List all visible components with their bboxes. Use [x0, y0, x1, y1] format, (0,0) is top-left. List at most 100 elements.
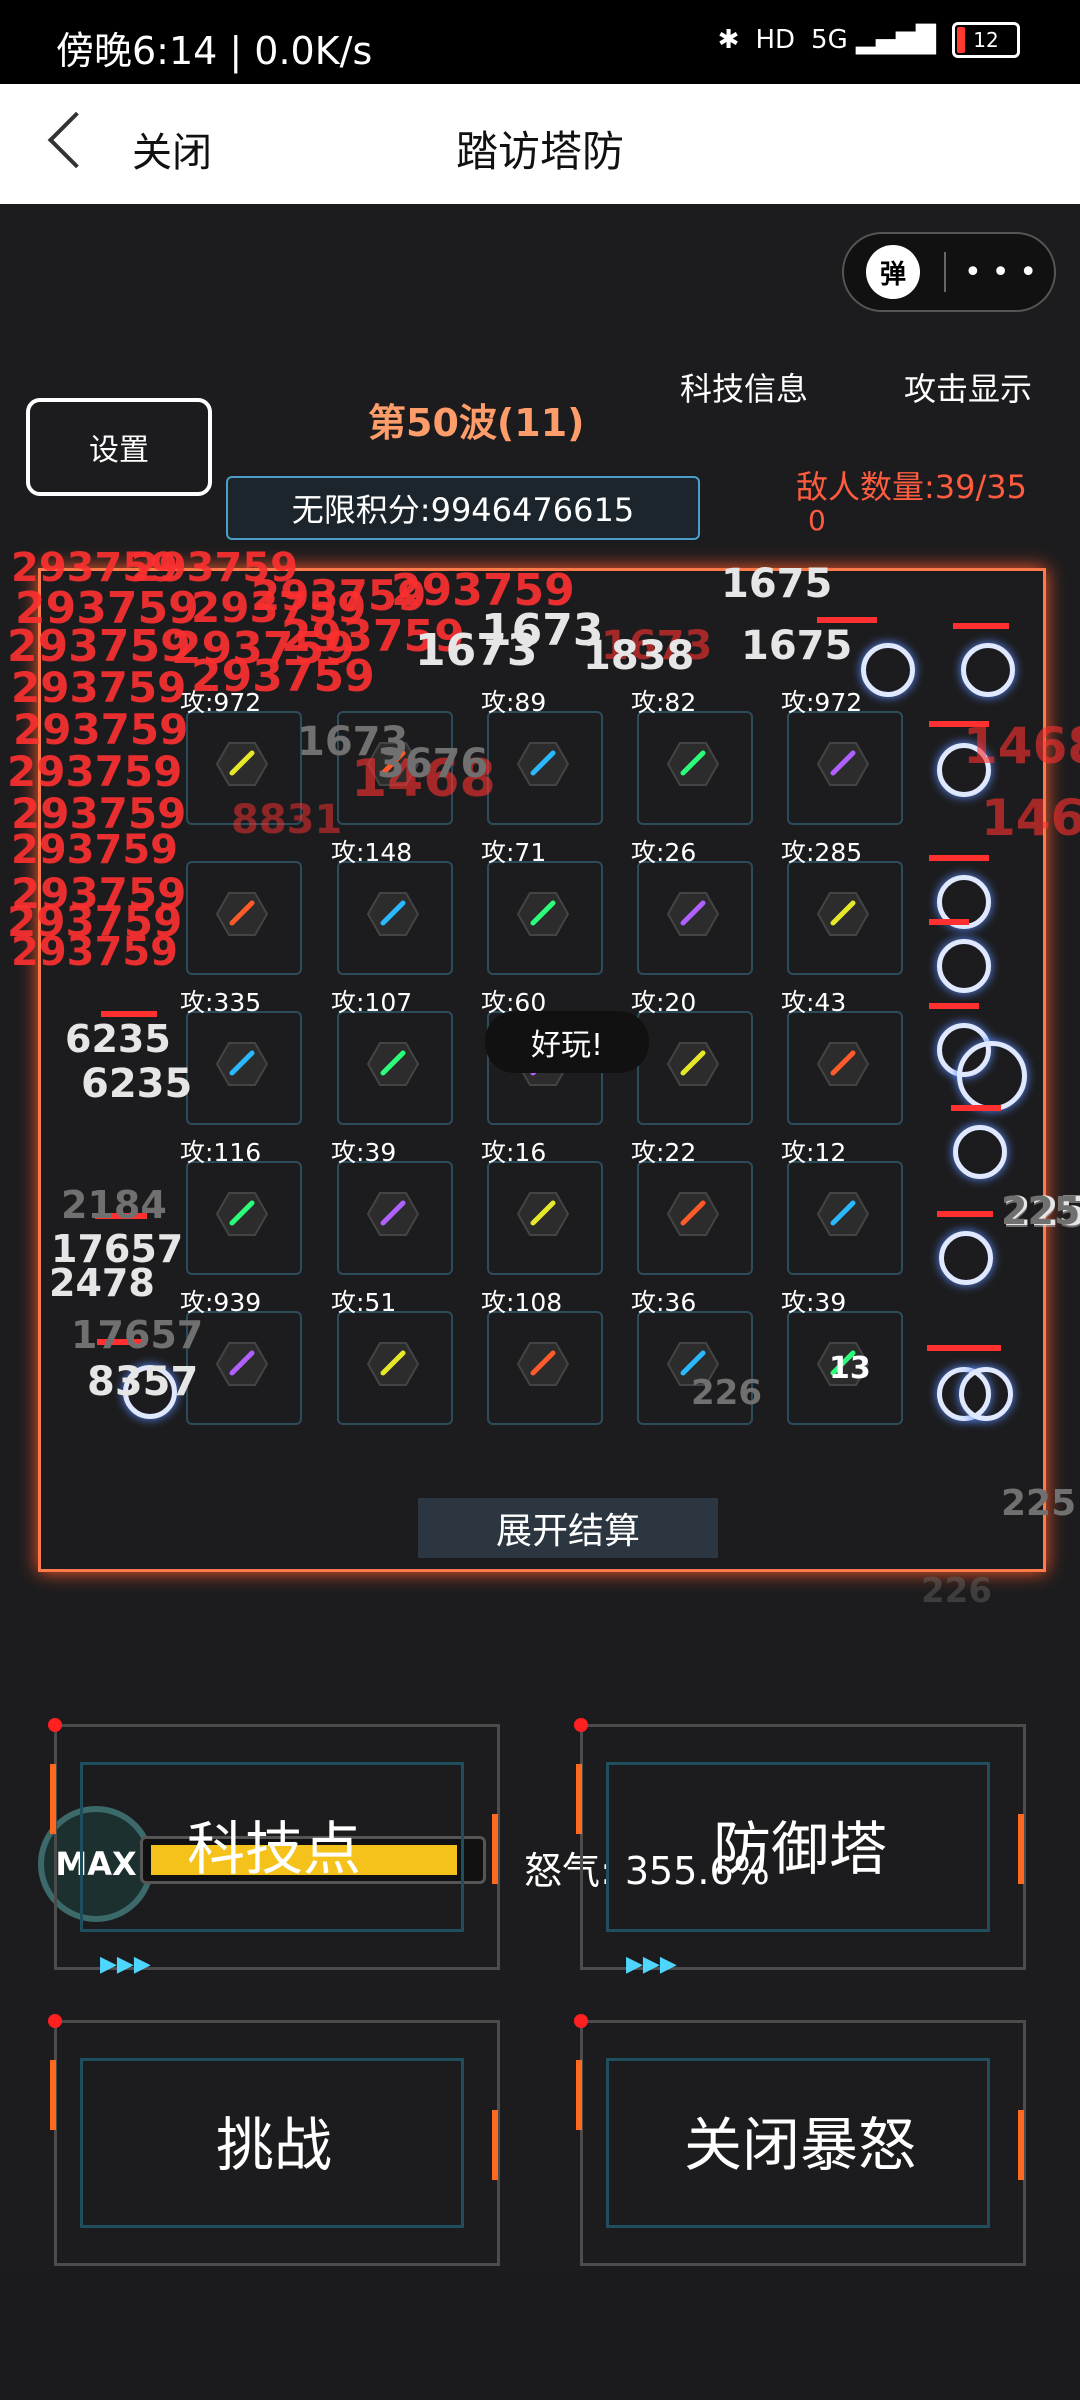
arrow-icon: ▶▶▶ — [100, 1952, 151, 1977]
damage-number: 293759 — [11, 929, 178, 975]
attack-label: 攻:36 — [631, 1288, 697, 1317]
defense-tower-button[interactable]: ▶▶▶ 防御塔 — [574, 1718, 1026, 1977]
game-area[interactable]: 弹 ••• 设置 第50波(11) 无限积分:9946476615 科技信息 攻… — [0, 204, 1080, 2270]
tower-icon — [215, 1041, 269, 1087]
damage-number: 2184 — [61, 1183, 167, 1227]
attack-label: 攻:16 — [481, 1138, 547, 1167]
nav-bar: 关闭 踏访塔防 — [0, 84, 1080, 204]
tech-points-label: 科技点 — [186, 1815, 361, 1883]
tower-icon — [816, 1191, 870, 1237]
button-dot — [48, 2014, 62, 2028]
tech-info-button[interactable]: 科技信息 — [680, 364, 808, 410]
attack-label: 攻:148 — [331, 838, 413, 867]
enemy-hp-bar — [927, 1345, 1001, 1351]
battery-icon: 12 — [952, 22, 1020, 58]
infinite-score: 无限积分:9946476615 — [226, 476, 700, 540]
damage-number: 1675 — [741, 623, 853, 669]
damage-number: 226 — [921, 1571, 992, 1611]
arrow-icon: ▶▶▶ — [626, 1952, 677, 1977]
attack-label: 攻:39 — [781, 1288, 847, 1317]
enemy-hp-bar — [953, 623, 1009, 629]
enemy-zero: 0 — [808, 504, 826, 537]
button-dot — [574, 2014, 588, 2028]
enemy-unit — [957, 1041, 1027, 1111]
signal-icon: 5G ▂▄▆█ — [811, 25, 936, 55]
enemy-hp-bar — [937, 1211, 993, 1217]
damage-number: 225 — [1001, 1483, 1077, 1524]
enemy-hp-bar — [929, 919, 969, 925]
damage-number: 8831 — [231, 797, 343, 843]
status-time: 傍晚6:14 | 0.0K/s — [56, 29, 373, 73]
enemy-unit — [861, 643, 915, 697]
damage-number: 226 — [691, 1373, 762, 1413]
tower-icon — [666, 1041, 720, 1087]
attack-label: 攻:972 — [781, 688, 863, 717]
enemy-unit — [961, 643, 1015, 697]
challenge-label: 挑战 — [215, 2111, 332, 2179]
enemy-hp-bar — [929, 1003, 979, 1009]
damage-number: 6235 — [81, 1061, 193, 1107]
damage-number: 1468 — [963, 717, 1080, 775]
attack-label: 攻:12 — [781, 1138, 847, 1167]
status-icons: ✱ HD 5G ▂▄▆█ 12 — [718, 22, 1020, 58]
challenge-button[interactable]: 挑战 — [48, 2014, 500, 2266]
damage-number: 1838 — [583, 633, 695, 679]
damage-number: 8357 — [87, 1359, 199, 1405]
tower-icon — [215, 1341, 269, 1387]
damage-number: 293759 — [11, 827, 178, 873]
close-rage-label: 关闭暴怒 — [683, 2111, 916, 2179]
tower-icon — [666, 891, 720, 937]
tower-icon — [366, 1041, 420, 1087]
damage-number: 17657 — [71, 1313, 204, 1357]
damage-number: 6235 — [65, 1017, 171, 1061]
capsule-menu[interactable]: 弹 ••• — [842, 232, 1056, 312]
page-title: 踏访塔防 — [455, 127, 624, 176]
button-dot — [48, 1718, 62, 1732]
tower-icon — [366, 1191, 420, 1237]
tower-icon — [666, 1191, 720, 1237]
attack-label: 攻:82 — [631, 688, 697, 717]
tower-icon — [366, 891, 420, 937]
attack-label: 攻:335 — [180, 988, 262, 1017]
button-dot — [574, 1718, 588, 1732]
tower-icon — [816, 891, 870, 937]
enemy-unit — [939, 1231, 993, 1285]
capsule-divider — [944, 252, 946, 292]
tower-icon — [516, 891, 570, 937]
attack-display-button[interactable]: 攻击显示 — [904, 364, 1032, 410]
more-icon[interactable]: ••• — [964, 255, 1047, 290]
damage-number: 1673 — [297, 719, 409, 765]
tower-icon — [816, 741, 870, 787]
danmaku-button[interactable]: 弹 — [866, 245, 920, 299]
wave-indicator: 第50波(11) — [368, 401, 585, 445]
attack-label: 攻:26 — [631, 838, 697, 867]
damage-number: 2478 — [49, 1261, 155, 1305]
enemy-unit — [937, 939, 991, 993]
enemy-count: 敌人数量:39/35 — [796, 468, 1028, 506]
battlefield[interactable]: 攻:972 攻:89 攻:82 攻:972 攻:148 攻:71 攻:26 攻:285 攻:33… — [7, 545, 1080, 1611]
tower-icon — [516, 741, 570, 787]
enemy-unit — [953, 1125, 1007, 1179]
tower-icon — [816, 1041, 870, 1087]
tower-icon — [516, 1191, 570, 1237]
tower-icon — [366, 1341, 420, 1387]
close-rage-button[interactable]: 关闭暴怒 — [574, 2014, 1026, 2266]
enemy-hp-bar — [929, 855, 989, 861]
tech-points-button[interactable]: ▶▶▶ 科技点 — [48, 1718, 500, 1977]
attack-label: 攻:89 — [481, 688, 547, 717]
tower-icon — [215, 891, 269, 937]
bluetooth-icon: ✱ — [717, 25, 740, 55]
attack-label: 攻:116 — [180, 1138, 262, 1167]
attack-label: 攻:20 — [631, 988, 697, 1017]
attack-label: 攻:51 — [331, 1288, 397, 1317]
attack-label: 攻:71 — [481, 838, 547, 867]
attack-label: 攻:285 — [781, 838, 863, 867]
tower-icon — [215, 1191, 269, 1237]
tower-icon — [215, 741, 269, 787]
status-bar: 傍晚6:14 | 0.0K/s ✱ HD 5G ▂▄▆█ 12 — [0, 0, 1080, 84]
expand-settlement-button[interactable]: 展开结算 — [418, 1498, 718, 1558]
settings-button[interactable]: 设置 — [26, 398, 212, 496]
damage-number: 1675 — [721, 561, 833, 607]
damage-number: 1468 — [981, 789, 1080, 847]
enemy-hp-bar — [951, 1105, 1001, 1111]
